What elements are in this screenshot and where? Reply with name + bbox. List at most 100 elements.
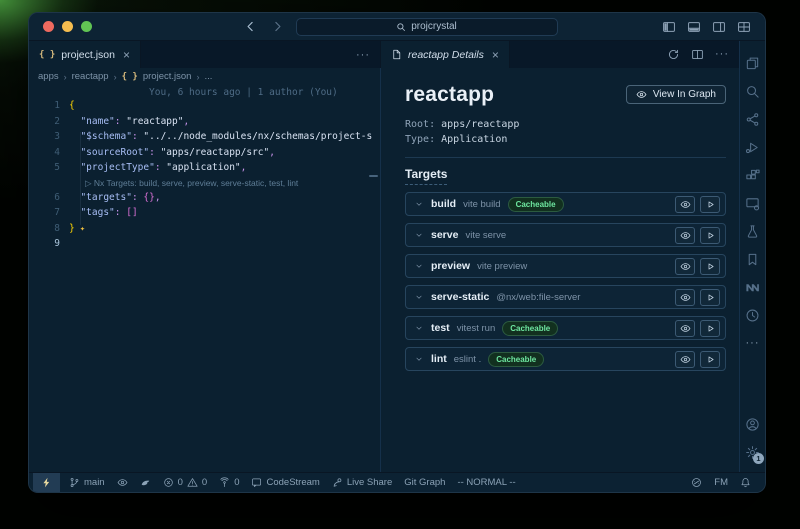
breadcrumb-item[interactable]: apps <box>38 71 59 82</box>
tab-project-json[interactable]: { } project.json × <box>29 41 141 68</box>
activity-item-run-debug-icon[interactable] <box>740 133 765 161</box>
close-icon[interactable]: × <box>492 48 499 62</box>
target-row-preview[interactable]: previewvite preview <box>405 254 726 278</box>
activity-item-search-icon[interactable] <box>740 77 765 105</box>
code-token: {} <box>143 192 154 203</box>
chevron-down-icon[interactable] <box>414 261 424 271</box>
run-target-button[interactable] <box>700 258 720 275</box>
back-icon[interactable] <box>244 20 257 33</box>
close-icon[interactable]: × <box>123 48 130 62</box>
target-name: serve-static <box>431 291 489 303</box>
run-target-button[interactable] <box>700 289 720 306</box>
code-token: "../../node_modules/nx/schemas/project-s <box>143 131 372 142</box>
code-line[interactable]: 9 <box>29 238 380 254</box>
more-actions-icon[interactable]: ··· <box>356 49 370 61</box>
activity-item-more-icon[interactable]: ··· <box>740 329 765 357</box>
target-row-lint[interactable]: linteslint .Cacheable <box>405 347 726 371</box>
activity-item-bookmarks-icon[interactable] <box>740 245 765 273</box>
activity-item-settings-gear-icon[interactable]: 1 <box>740 438 765 466</box>
code-line[interactable]: 3 "$schema": "../../node_modules/nx/sche… <box>29 131 380 147</box>
status-item-problems[interactable]: 00 <box>157 473 214 492</box>
chevron-down-icon[interactable] <box>414 292 424 302</box>
code-token: "sourceRoot" <box>80 147 149 158</box>
breadcrumb-item[interactable]: ... <box>204 71 212 82</box>
chevron-down-icon[interactable] <box>414 354 424 364</box>
forward-icon[interactable] <box>271 20 284 33</box>
liveshare-icon <box>332 477 343 488</box>
eye-icon <box>117 477 128 488</box>
run-target-button[interactable] <box>700 320 720 337</box>
view-target-button[interactable] <box>675 289 695 306</box>
activity-item-source-control-icon[interactable] <box>740 105 765 133</box>
target-row-serve-static[interactable]: serve-static @nx/web:file-server <box>405 285 726 309</box>
status-item-codestream[interactable]: CodeStream <box>245 473 325 492</box>
code-area[interactable]: 1{2 "name": "reactapp",3 "$schema": "../… <box>29 100 380 472</box>
line-number: 9 <box>29 238 69 249</box>
run-target-button[interactable] <box>700 227 720 244</box>
activity-bar: ··· 1 <box>739 41 765 472</box>
breadcrumb[interactable]: apps›reactapp›{ }project.json›... <box>29 68 380 85</box>
activity-item-remote-explorer-icon[interactable] <box>740 189 765 217</box>
target-row-serve[interactable]: servevite serve <box>405 223 726 247</box>
view-target-button[interactable] <box>675 258 695 275</box>
view-target-button[interactable] <box>675 320 695 337</box>
status-item-git-graph[interactable]: Git Graph <box>398 473 451 492</box>
run-target-button[interactable] <box>700 351 720 368</box>
status-item-fm-indicator[interactable]: FM <box>708 473 734 492</box>
tab-reactapp-details[interactable]: reactapp Details × <box>381 41 510 68</box>
target-row-test[interactable]: testvitest runCacheable <box>405 316 726 340</box>
code-line[interactable]: 6 "targets": {}, <box>29 192 380 208</box>
code-line[interactable]: 7 "tags": [] <box>29 207 380 223</box>
layout-left-icon[interactable] <box>662 20 676 34</box>
code-line[interactable]: 1{ <box>29 100 380 116</box>
chevron-down-icon[interactable] <box>414 323 424 333</box>
layout-right-icon[interactable] <box>712 20 726 34</box>
targets-list: buildvite buildCacheable servevite serve p… <box>405 192 726 371</box>
code-line[interactable]: 5 "projectType": "application", <box>29 162 380 178</box>
code-line[interactable]: 4 "sourceRoot": "apps/reactapp/src", <box>29 147 380 163</box>
run-target-button[interactable] <box>700 196 720 213</box>
editor-project-json[interactable]: apps›reactapp›{ }project.json›... You, 6… <box>29 68 381 472</box>
status-item-live-share[interactable]: Live Share <box>326 473 398 492</box>
layout-panel-icon[interactable] <box>687 20 701 34</box>
code-line[interactable]: 2 "name": "reactapp", <box>29 116 380 132</box>
refresh-icon[interactable] <box>667 48 680 61</box>
code-token: , <box>183 116 189 127</box>
layout-grid-icon[interactable] <box>737 20 751 34</box>
gitlens-blame[interactable]: You, 6 hours ago | 1 author (You) <box>29 85 380 100</box>
activity-item-extensions-icon[interactable] <box>740 161 765 189</box>
view-in-graph-button[interactable]: View In Graph <box>626 85 726 104</box>
minimize-window-button[interactable] <box>62 21 73 32</box>
activity-item-nx-console-icon[interactable] <box>740 273 765 301</box>
zoom-window-button[interactable] <box>81 21 92 32</box>
scrollbar-marker[interactable] <box>369 175 378 177</box>
activity-item-files-icon[interactable] <box>740 49 765 77</box>
status-item-vim-mode[interactable]: -- NORMAL -- <box>451 473 521 492</box>
activity-item-clock-icon[interactable] <box>740 301 765 329</box>
status-item-bird-indicator[interactable] <box>134 473 157 492</box>
more-icon[interactable]: ··· <box>715 49 729 60</box>
view-target-button[interactable] <box>675 227 695 244</box>
status-item-remote-bolt[interactable] <box>33 473 60 492</box>
target-command: @nx/web:file-server <box>496 292 580 303</box>
breadcrumb-item[interactable]: reactapp <box>72 71 109 82</box>
status-item-broadcast[interactable]: 0 <box>213 473 245 492</box>
code-line[interactable]: 8} ✦ <box>29 223 380 239</box>
status-item-notifications[interactable] <box>734 473 757 492</box>
view-target-button[interactable] <box>675 196 695 213</box>
split-icon[interactable] <box>691 48 704 61</box>
status-item-git-branch[interactable]: main <box>63 473 111 492</box>
command-center-search[interactable]: projcrystal <box>296 18 558 36</box>
breadcrumb-item[interactable]: project.json <box>143 71 192 82</box>
status-item-gitlens-toggle[interactable] <box>111 473 134 492</box>
activity-item-account-icon[interactable] <box>740 410 765 438</box>
activity-item-testing-icon[interactable] <box>740 217 765 245</box>
target-row-build[interactable]: buildvite buildCacheable <box>405 192 726 216</box>
close-window-button[interactable] <box>43 21 54 32</box>
view-target-button[interactable] <box>675 351 695 368</box>
chevron-down-icon[interactable] <box>414 199 424 209</box>
status-item-formatter[interactable] <box>685 473 708 492</box>
nx-targets-codelens[interactable]: ▷ Nx Targets: build, serve, preview, ser… <box>29 178 380 192</box>
line-number: 8 <box>29 223 69 234</box>
chevron-down-icon[interactable] <box>414 230 424 240</box>
